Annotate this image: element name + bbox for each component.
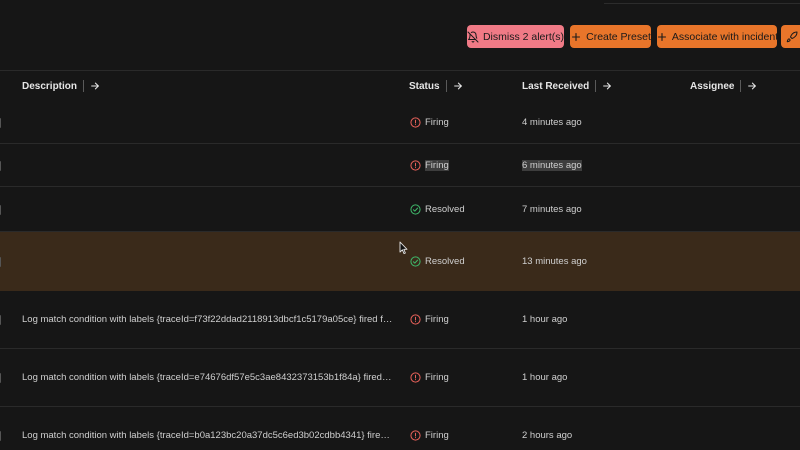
plus-icon — [570, 31, 582, 43]
create-preset-button[interactable]: Create Preset — [570, 25, 651, 48]
last-received-cell: 1 hour ago — [522, 372, 568, 383]
last-received-cell: 6 minutes ago — [522, 160, 582, 171]
top-divider — [604, 3, 800, 4]
arrow-right-icon[interactable] — [453, 81, 463, 91]
arrow-right-icon[interactable] — [747, 81, 757, 91]
status-label: Resolved — [425, 256, 465, 267]
row-checkbox[interactable] — [0, 373, 2, 383]
column-header-status[interactable]: Status — [409, 71, 463, 101]
status-cell: Resolved — [410, 204, 465, 215]
more-actions-button[interactable] — [781, 25, 800, 48]
mouse-cursor-icon — [399, 241, 408, 255]
column-header-description[interactable]: Description — [22, 71, 100, 101]
associate-incident-label: Associate with incident — [671, 30, 779, 43]
status-cell: Resolved — [410, 256, 465, 267]
column-header-last-received[interactable]: Last Received — [522, 71, 612, 101]
rocket-icon — [786, 30, 798, 43]
row-checkbox[interactable] — [0, 118, 2, 128]
status-label: Firing — [425, 372, 449, 383]
alert-circle-icon — [410, 430, 421, 441]
dismiss-alerts-label: Dismiss 2 alert(s) — [482, 30, 565, 43]
status-cell: Firing — [410, 314, 449, 325]
alert-circle-icon — [410, 372, 421, 383]
status-cell: Firing — [410, 372, 449, 383]
status-label: Firing — [425, 160, 449, 171]
alert-description: Log match condition with labels {traceId… — [22, 372, 394, 383]
arrow-right-icon[interactable] — [602, 81, 612, 91]
row-checkbox[interactable] — [0, 205, 2, 215]
alert-circle-icon — [410, 314, 421, 325]
alert-description: Log match condition with labels {traceId… — [22, 314, 394, 325]
table-row[interactable]: Log match condition with labels {traceId… — [0, 407, 800, 450]
last-received-cell: 7 minutes ago — [522, 204, 582, 215]
column-header-label: Last Received — [522, 80, 590, 92]
column-header-assignee[interactable]: Assignee — [690, 71, 757, 101]
associate-incident-button[interactable]: Associate with incident — [656, 25, 779, 48]
status-cell: Firing — [410, 117, 449, 128]
status-cell: Firing — [410, 160, 449, 171]
table-header: Description Status Last Received Assigne… — [0, 71, 800, 101]
table-row[interactable]: Log match condition with labels {traceId… — [0, 349, 800, 407]
plus-icon — [656, 31, 668, 43]
row-checkbox[interactable] — [0, 161, 2, 171]
check-circle-icon — [410, 256, 421, 267]
alert-circle-icon — [410, 117, 421, 128]
row-checkbox[interactable] — [0, 257, 2, 267]
status-label: Firing — [425, 117, 449, 128]
table-row[interactable]: Log match condition with labels {traceId… — [0, 291, 800, 349]
alert-circle-icon — [410, 160, 421, 171]
status-cell: Firing — [410, 430, 449, 441]
status-label: Firing — [425, 430, 449, 441]
row-checkbox[interactable] — [0, 431, 2, 441]
last-received-cell: 2 hours ago — [522, 430, 573, 441]
create-preset-label: Create Preset — [586, 30, 651, 43]
row-checkbox[interactable] — [0, 315, 2, 325]
status-label: Resolved — [425, 204, 465, 215]
table-row[interactable]: Firing 6 minutes ago — [0, 144, 800, 187]
table-row[interactable]: Firing 4 minutes ago — [0, 101, 800, 144]
column-header-label: Description — [22, 80, 78, 92]
arrow-right-icon[interactable] — [90, 81, 100, 91]
table-row[interactable]: Resolved 7 minutes ago — [0, 187, 800, 232]
status-label: Firing — [425, 314, 449, 325]
bell-off-icon — [467, 31, 479, 43]
column-header-label: Assignee — [690, 80, 735, 92]
dismiss-alerts-button[interactable]: Dismiss 2 alert(s) — [467, 25, 564, 48]
alert-toolbar: Dismiss 2 alert(s) Create Preset Associa… — [0, 25, 800, 48]
last-received-cell: 1 hour ago — [522, 314, 568, 325]
alert-description: Log match condition with labels {traceId… — [22, 430, 394, 441]
last-received-cell: 13 minutes ago — [522, 256, 587, 267]
last-received-cell: 4 minutes ago — [522, 117, 582, 128]
check-circle-icon — [410, 204, 421, 215]
column-header-label: Status — [409, 80, 440, 92]
